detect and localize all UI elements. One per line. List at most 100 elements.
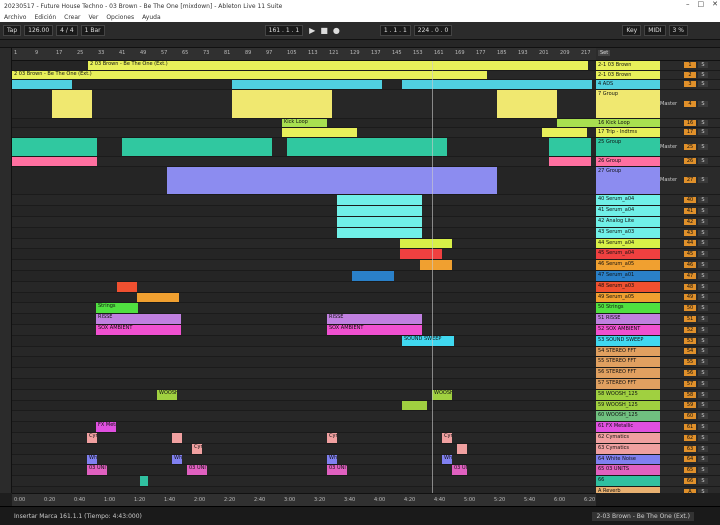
track-name[interactable]: 50 Strings — [596, 303, 660, 314]
track-header[interactable]: 63 Cymatics 63 S — [596, 443, 720, 455]
loop-length[interactable]: 224 . 0 . 0 — [413, 25, 453, 36]
clip[interactable] — [232, 89, 332, 118]
track-name[interactable]: 26 Group — [596, 157, 660, 166]
track-lane[interactable] — [12, 476, 596, 487]
arrangement-view[interactable]: 2 03 Brown - Be The One (Ext.) 2 03 Brown… — [12, 61, 596, 493]
quantize-menu[interactable]: 1 Bar — [80, 25, 105, 36]
track-lane[interactable] — [12, 454, 596, 466]
track-name[interactable]: 52 SOX AMBIENT — [596, 325, 660, 335]
clip[interactable]: 03 UNITS — [187, 465, 207, 476]
menu-edit[interactable]: Edición — [34, 14, 56, 21]
track-activator-button[interactable]: 40 — [684, 197, 696, 204]
solo-button[interactable]: S — [698, 129, 708, 136]
solo-button[interactable]: S — [698, 294, 708, 301]
track-name[interactable]: 25 Group — [596, 137, 660, 156]
clip[interactable] — [172, 433, 182, 443]
track-lane[interactable] — [12, 357, 596, 369]
track-name[interactable]: 49 Serum_a05 — [596, 292, 660, 303]
track-name[interactable]: 2-1 03 Brown — [596, 61, 660, 70]
clip[interactable] — [12, 137, 97, 156]
track-name[interactable]: 16 Kick Loop — [596, 118, 660, 128]
track-output[interactable]: Master — [660, 144, 682, 150]
clip[interactable] — [337, 227, 422, 238]
track-name[interactable]: 53 SOUND SWEEP — [596, 335, 660, 346]
solo-button[interactable]: S — [698, 402, 708, 409]
clip[interactable] — [122, 137, 272, 156]
solo-button[interactable]: S — [698, 413, 708, 420]
tempo-field[interactable]: 126.00 — [24, 25, 54, 36]
track-header[interactable]: 2-1 03 Brown 2 S — [596, 70, 720, 81]
track-name[interactable]: 57 STEREO FFT — [596, 379, 660, 389]
playhead[interactable] — [432, 61, 433, 493]
track-header[interactable]: 27 Group Master 27 S — [596, 166, 720, 196]
track-lane[interactable] — [12, 335, 596, 347]
clip[interactable] — [420, 260, 452, 270]
solo-button[interactable]: S — [698, 488, 708, 493]
track-name[interactable]: 48 Serum_a03 — [596, 281, 660, 292]
clip[interactable]: Wh — [442, 454, 452, 465]
solo-button[interactable]: S — [698, 370, 708, 377]
solo-button[interactable]: S — [698, 218, 708, 225]
clip[interactable] — [282, 128, 357, 137]
track-header[interactable]: 56 STEREO FFT 56 S — [596, 368, 720, 379]
track-activator-button[interactable]: 47 — [684, 272, 696, 279]
solo-button[interactable]: S — [698, 81, 708, 88]
track-activator-button[interactable]: 58 — [684, 391, 696, 398]
solo-button[interactable]: S — [698, 197, 708, 204]
solo-button[interactable]: S — [698, 391, 708, 398]
track-activator-button[interactable]: 51 — [684, 316, 696, 323]
clip[interactable]: 03 UNITS — [452, 465, 467, 476]
track-name[interactable]: 59 WOOSH_125 — [596, 400, 660, 411]
track-header[interactable]: 54 STEREO FFT 54 S — [596, 346, 720, 358]
track-lane[interactable] — [12, 157, 596, 167]
track-header[interactable]: 48 Serum_a03 48 S — [596, 281, 720, 293]
track-activator-button[interactable]: 3 — [684, 81, 696, 88]
track-name[interactable]: 2-1 03 Brown — [596, 70, 660, 80]
track-name[interactable]: 46 Serum_a05 — [596, 260, 660, 270]
track-name[interactable]: 43 Serum_a03 — [596, 227, 660, 238]
clip[interactable]: Cym — [87, 433, 97, 443]
solo-button[interactable]: S — [698, 100, 708, 107]
track-name[interactable]: 55 STEREO FFT — [596, 357, 660, 368]
track-lane[interactable] — [12, 379, 596, 390]
solo-button[interactable]: S — [698, 467, 708, 474]
clip[interactable]: Cym — [327, 433, 337, 443]
clip[interactable]: RISSE — [327, 314, 422, 324]
track-lane[interactable] — [12, 227, 596, 239]
solo-button[interactable]: S — [698, 272, 708, 279]
track-header[interactable]: 17 Trip - Indtms 17 S — [596, 128, 720, 138]
track-activator-button[interactable]: 62 — [684, 434, 696, 441]
track-lane[interactable] — [12, 271, 596, 282]
track-header[interactable]: 4 ADS 3 S — [596, 80, 720, 90]
track-activator-button[interactable]: A — [684, 488, 696, 493]
track-name[interactable]: 7 Group — [596, 89, 660, 118]
track-activator-button[interactable]: 1 — [684, 62, 696, 69]
track-activator-button[interactable]: 4 — [684, 100, 696, 107]
clip[interactable]: Wh — [87, 454, 97, 465]
clip[interactable]: WOOSH_125 — [432, 389, 452, 400]
track-header[interactable]: 58 WOOSH_125 58 S — [596, 389, 720, 401]
track-activator-button[interactable]: 56 — [684, 370, 696, 377]
clip[interactable]: 2 03 Brown - Be The One (Ext.) — [12, 70, 487, 80]
solo-button[interactable]: S — [698, 71, 708, 78]
track-header[interactable]: 51 RISSE 51 S — [596, 314, 720, 325]
clip[interactable]: 03 UNITS — [87, 465, 107, 476]
menu-view[interactable]: Ver — [89, 14, 99, 21]
track-activator-button[interactable]: 54 — [684, 348, 696, 355]
clip[interactable] — [549, 157, 591, 166]
arrangement-position[interactable]: 161 . 1 . 1 — [264, 25, 304, 36]
track-activator-button[interactable]: 41 — [684, 208, 696, 215]
solo-button[interactable]: S — [698, 359, 708, 366]
track-name[interactable]: 58 WOOSH_125 — [596, 389, 660, 400]
track-name[interactable]: 65 03 UNITS — [596, 465, 660, 476]
clip[interactable]: SOX AMBIENT — [327, 325, 422, 335]
track-header[interactable]: 40 Serum_a04 40 S — [596, 195, 720, 207]
clip[interactable]: Cym — [192, 443, 202, 454]
track-activator-button[interactable]: 57 — [684, 380, 696, 387]
track-header[interactable]: 25 Group Master 25 S — [596, 137, 720, 157]
solo-button[interactable]: S — [698, 62, 708, 69]
stop-icon[interactable]: ■ — [320, 26, 328, 35]
close-icon[interactable]: ✕ — [712, 0, 718, 8]
clip[interactable] — [232, 80, 382, 89]
track-activator-button[interactable]: 25 — [684, 143, 696, 150]
